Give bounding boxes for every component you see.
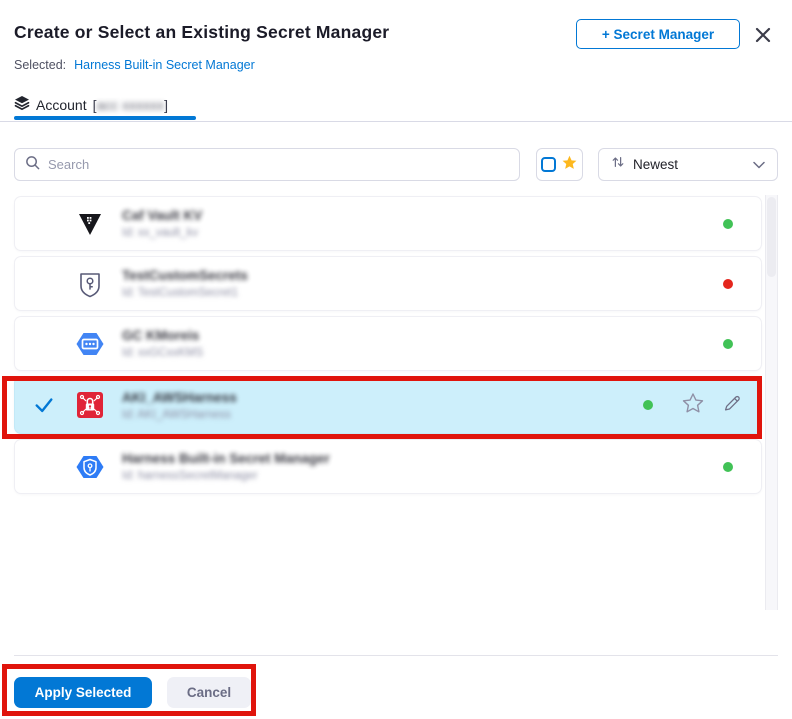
gcp-secret-manager-icon: [74, 328, 106, 360]
scrollbar[interactable]: [765, 195, 778, 610]
selected-secret-manager-link[interactable]: Harness Built-in Secret Manager: [74, 58, 255, 72]
secret-manager-row[interactable]: TestCustomSecrets Id: TestCustomSecret1: [14, 256, 762, 311]
star-filled-icon: [561, 154, 578, 176]
tab-account-label: Account: [36, 97, 87, 113]
favorites-checkbox[interactable]: [541, 157, 556, 172]
row-check-cell: [15, 333, 73, 355]
tab-account[interactable]: Account [acc xxxxxx]: [14, 95, 168, 114]
aws-kms-icon: [74, 389, 106, 421]
status-dot: [723, 219, 733, 229]
secret-manager-name: Caf Vault KV: [122, 208, 202, 223]
favorite-star-icon[interactable]: [681, 391, 705, 420]
secret-manager-row[interactable]: Harness Built-in Secret Manager Id: harn…: [14, 439, 762, 494]
sort-selected-value: Newest: [633, 157, 745, 172]
row-text: TestCustomSecrets Id: TestCustomSecret1: [122, 268, 723, 299]
row-text: Caf Vault KV Id: xx_vault_kv: [122, 208, 723, 239]
cancel-button[interactable]: Cancel: [167, 677, 251, 708]
row-text: GC KMoreis Id: xxGCxxKMS: [122, 328, 723, 359]
vault-logo-icon: [74, 208, 106, 240]
footer-divider: [14, 655, 778, 656]
status-dot: [643, 400, 653, 410]
chevron-down-icon: [753, 156, 765, 174]
secret-manager-row[interactable]: GC KMoreis Id: xxGCxxKMS: [14, 316, 762, 371]
secret-manager-name: GC KMoreis: [122, 328, 199, 343]
scrollbar-thumb[interactable]: [767, 197, 776, 277]
sort-arrows-icon: [611, 155, 625, 174]
status-dot: [723, 279, 733, 289]
checkmark-icon: [33, 394, 55, 416]
row-actions: [681, 391, 743, 420]
row-text: Harness Built-in Secret Manager Id: harn…: [122, 451, 723, 482]
secret-manager-name: AKI_AWSHarness: [122, 390, 237, 405]
secret-manager-list: Caf Vault KV Id: xx_vault_kv TestCustomS…: [14, 196, 762, 499]
secret-manager-name: TestCustomSecrets: [122, 268, 248, 283]
secret-manager-row[interactable]: Caf Vault KV Id: xx_vault_kv: [14, 196, 762, 251]
selected-summary: Selected: Harness Built-in Secret Manage…: [14, 58, 255, 72]
row-text: AKI_AWSHarness Id: AKI_AWSHarness: [122, 390, 643, 421]
page-title: Create or Select an Existing Secret Mana…: [14, 22, 389, 43]
tab-bar-divider: [0, 121, 792, 122]
secret-manager-modal: Create or Select an Existing Secret Mana…: [0, 0, 792, 719]
favorites-filter-toggle[interactable]: [536, 148, 583, 181]
secret-manager-id: Id: TestCustomSecret1: [122, 287, 238, 299]
selected-label: Selected:: [14, 58, 66, 72]
apply-selected-button[interactable]: Apply Selected: [14, 677, 152, 708]
custom-secret-manager-icon: [74, 268, 106, 300]
status-dot: [723, 462, 733, 472]
row-check-cell: [15, 456, 73, 478]
tab-scope-obscured-text: acc xxxxxx: [96, 97, 164, 113]
secret-manager-name: Harness Built-in Secret Manager: [122, 451, 330, 466]
close-icon[interactable]: [751, 23, 775, 47]
status-dot: [723, 339, 733, 349]
harness-secret-manager-icon: [74, 451, 106, 483]
search-input[interactable]: [48, 157, 509, 172]
secret-manager-id: Id: harnessSecretManager: [122, 470, 258, 482]
row-check-cell: [15, 273, 73, 295]
active-tab-indicator: [14, 116, 196, 120]
secret-manager-id: Id: xx_vault_kv: [122, 227, 198, 239]
edit-pencil-icon[interactable]: [721, 392, 743, 419]
row-check-cell: [15, 213, 73, 235]
search-icon: [25, 155, 40, 175]
add-secret-manager-button[interactable]: + Secret Manager: [576, 19, 740, 49]
search-box: [14, 148, 520, 181]
secret-manager-row[interactable]: AKI_AWSHarness Id: AKI_AWSHarness: [14, 376, 762, 434]
row-check-cell: [15, 394, 73, 416]
secret-manager-id: Id: AKI_AWSHarness: [122, 409, 231, 421]
secret-manager-id: Id: xxGCxxKMS: [122, 347, 203, 359]
tab-account-scope: [acc xxxxxx]: [93, 97, 168, 113]
sort-dropdown[interactable]: Newest: [598, 148, 778, 181]
layers-icon: [14, 95, 30, 114]
